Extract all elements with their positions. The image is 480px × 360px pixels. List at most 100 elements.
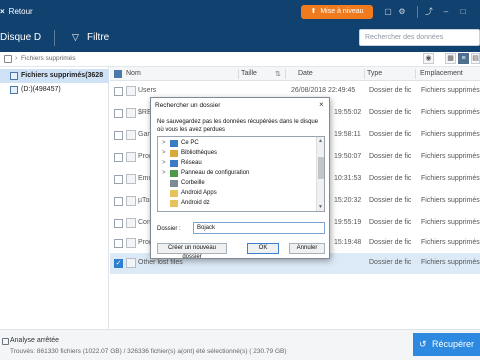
row-checkbox[interactable] — [114, 175, 123, 184]
breadcrumb-path[interactable]: Fichiers supprimés — [21, 55, 76, 62]
expand-icon[interactable]: > — [162, 160, 166, 166]
row-location: Fichiers supprimés — [421, 87, 480, 94]
folder-scrollbar[interactable]: ▲ ▼ — [316, 137, 324, 211]
new-folder-button[interactable]: Créer un nouveau dossier — [157, 243, 227, 260]
chevron-right-icon: › — [15, 55, 18, 62]
folder-icon — [126, 86, 136, 96]
computer-icon — [170, 140, 178, 147]
folder-icon — [126, 218, 136, 228]
row-type: Dossier de fic — [369, 131, 412, 138]
minimize-icon[interactable]: – — [441, 6, 451, 18]
status-details: Trouvés: 861330 fichiers (1022.07 GB) / … — [10, 348, 287, 355]
tree-item-deleted-files[interactable]: Fichiers supprimés(3628 — [0, 69, 109, 83]
scroll-up-icon[interactable]: ▲ — [318, 138, 323, 144]
expand-icon[interactable]: > — [162, 170, 166, 176]
column-divider[interactable] — [285, 69, 286, 79]
disk-label[interactable]: Disque D — [0, 32, 41, 43]
back-button[interactable]: × Retour — [0, 7, 33, 16]
column-divider[interactable] — [415, 69, 416, 79]
cancel-button[interactable]: Annuler — [289, 243, 325, 254]
folder-item[interactable]: > Bibliothèques — [158, 149, 316, 159]
folder-item[interactable]: Android Apps — [158, 189, 316, 199]
filter-icon[interactable]: ▽ — [72, 32, 82, 42]
filter-button[interactable]: Filtre — [87, 32, 109, 43]
folder-item-label: Ce PC — [181, 140, 199, 146]
recycle-bin-icon — [170, 180, 178, 187]
recover-icon: ↺ — [419, 339, 427, 349]
folder-icon — [126, 108, 136, 118]
row-date: 19:58:11 — [334, 131, 361, 138]
column-header-date[interactable]: Date — [298, 70, 313, 77]
expand-icon[interactable]: > — [162, 150, 166, 156]
row-location: Fichiers supprimés — [421, 197, 480, 204]
dialog-title: Rechercher un dossier — [155, 102, 221, 109]
folder-icon — [126, 196, 136, 206]
row-checkbox[interactable] — [114, 131, 123, 140]
ok-button[interactable]: OK — [247, 243, 279, 254]
scrollbar-thumb[interactable] — [318, 157, 324, 179]
share-icon[interactable]: ⤴ — [424, 6, 434, 18]
folder-item[interactable]: > Panneau de configuration — [158, 169, 316, 179]
folder-item-label: Panneau de configuration — [181, 170, 250, 176]
select-all-checkbox[interactable] — [114, 70, 122, 78]
row-checkbox-checked[interactable]: ✓ — [114, 259, 123, 268]
folder-item-label: Corbeille — [181, 180, 205, 186]
row-type: Dossier de fic — [369, 197, 412, 204]
recover-button[interactable]: ↺ Récupérer — [413, 333, 480, 356]
tree-item-drive-d[interactable]: (D:)(498457) — [0, 83, 109, 97]
folder-icon — [126, 130, 136, 140]
upgrade-button[interactable]: ⬆ Mise à niveau — [301, 5, 373, 19]
folder-name-input[interactable]: Bojack — [193, 222, 325, 234]
recover-label: Récupérer — [432, 339, 475, 349]
folder-icon — [170, 190, 178, 197]
row-checkbox[interactable] — [114, 153, 123, 162]
expand-icon[interactable]: > — [162, 140, 166, 146]
folder-item[interactable]: > Réseau — [158, 159, 316, 169]
sort-icon: ⇅ — [275, 71, 281, 78]
search-input[interactable]: Rechercher des données — [359, 29, 480, 46]
close-icon[interactable]: × — [319, 100, 324, 109]
gear-icon[interactable]: ⚙ — [397, 6, 407, 18]
maximize-icon[interactable]: □ — [458, 6, 468, 18]
upgrade-label: Mise à niveau — [320, 8, 364, 15]
list-view-button[interactable]: ≡ — [458, 53, 469, 64]
row-date: 19:55:19 — [334, 219, 362, 226]
deleted-folder-icon — [10, 72, 18, 80]
column-header-location[interactable]: Emplacement — [420, 70, 463, 77]
folder-item[interactable]: Corbeille — [158, 179, 316, 189]
row-location: Fichiers supprimés — [421, 175, 480, 182]
row-checkbox[interactable] — [114, 239, 123, 248]
column-divider[interactable] — [364, 69, 365, 79]
folder-item[interactable]: Android dz — [158, 199, 316, 209]
toolbar-divider — [54, 30, 55, 46]
row-checkbox[interactable] — [114, 109, 123, 118]
row-checkbox[interactable] — [114, 197, 123, 206]
folder-item-label: Android Apps — [181, 190, 217, 196]
grid-view-button[interactable]: ▦ — [445, 53, 456, 64]
row-checkbox[interactable] — [114, 87, 123, 96]
detail-view-button[interactable]: ▤ — [471, 53, 480, 64]
row-name: Other lost files — [138, 259, 183, 266]
scroll-down-icon[interactable]: ▼ — [318, 204, 323, 210]
cart-icon[interactable]: ▢ — [383, 6, 393, 18]
folder-item[interactable]: > Ce PC — [158, 139, 316, 149]
row-type: Dossier de fic — [369, 153, 412, 160]
folder-item-label: Réseau — [181, 160, 202, 166]
row-date: 10:31:53 — [334, 175, 362, 182]
preview-toggle-button[interactable]: ◉ — [423, 53, 434, 64]
titlebar-divider — [417, 6, 418, 18]
status-title: Analyse arrêtée — [10, 337, 60, 344]
column-header-type[interactable]: Type — [367, 70, 382, 77]
table-header: Nom Taille ⇅ Date Type Emplacement — [110, 67, 480, 81]
column-header-size[interactable]: Taille — [241, 70, 257, 77]
folder-icon — [126, 238, 136, 248]
control-panel-icon — [170, 170, 178, 177]
drive-icon — [10, 86, 18, 94]
column-header-name[interactable]: Nom — [126, 70, 141, 77]
row-location: Fichiers supprimés — [421, 239, 480, 246]
column-divider[interactable] — [238, 69, 239, 79]
folder-field-label: Dossier : — [157, 226, 181, 232]
folder-tree: > Ce PC > Bibliothèques > Réseau > Panne… — [157, 136, 325, 212]
row-checkbox[interactable] — [114, 219, 123, 228]
upgrade-icon: ⬆ — [310, 8, 317, 15]
